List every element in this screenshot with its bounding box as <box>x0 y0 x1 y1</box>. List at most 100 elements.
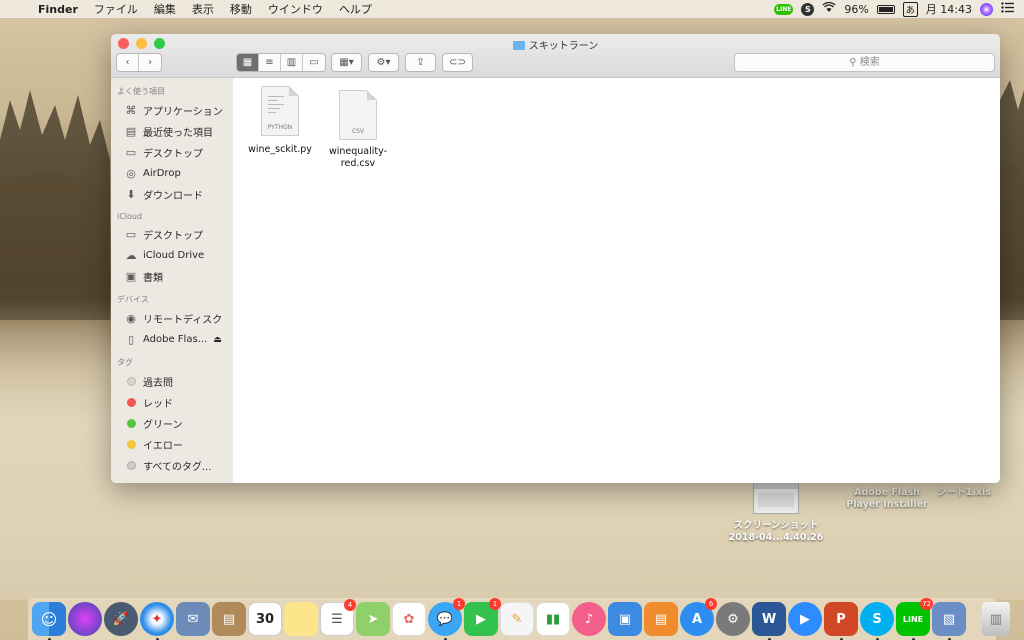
list-view-button[interactable]: ≡ <box>259 54 281 71</box>
dock-appstore-icon[interactable]: A6 <box>680 598 717 636</box>
dock-launchpad-icon[interactable]: 🚀 <box>104 602 138 636</box>
sidebar-header-devices: デバイス <box>117 295 149 304</box>
sidebar-tag-item[interactable]: イエロー <box>111 434 233 455</box>
menu-window[interactable]: ウインドウ <box>260 1 331 17</box>
dock-system-preferences-icon[interactable]: ⚙ <box>716 602 750 636</box>
dock-finder-icon[interactable]: ☺ <box>32 602 66 640</box>
menu-help[interactable]: ヘルプ <box>331 1 380 17</box>
desktop-sheet-file[interactable]: シート1.xls <box>932 487 996 499</box>
desktop-adobe-label-2: Player Installer <box>846 499 928 510</box>
sidebar-item-adobe-flash[interactable]: ▯ Adobe Flas... ⏏ <box>111 329 233 350</box>
sidebar-tag-item[interactable]: レッド <box>111 392 233 413</box>
sidebar-item-label: レッド <box>143 399 173 410</box>
icon-view-button[interactable]: ▦ <box>237 54 259 71</box>
calendar-day: 30 <box>255 611 275 627</box>
sidebar-item-label: AirDrop <box>143 168 181 179</box>
battery-percent[interactable]: 96% <box>844 3 868 16</box>
dock-preview-icon[interactable]: ▧ <box>932 602 966 640</box>
dock-powerpoint-icon[interactable]: P <box>824 602 858 640</box>
sidebar-item-label: デスクトップ <box>143 231 203 242</box>
sidebar-item-icloud-drive[interactable]: ☁ iCloud Drive <box>111 245 233 266</box>
dock-contacts-icon[interactable]: ▤ <box>212 602 246 636</box>
file-item-wine-sckit[interactable]: PYTHON wine_sckit.py <box>240 86 320 156</box>
menu-file[interactable]: ファイル <box>86 1 146 17</box>
dock-photo-preview-icon[interactable]: ✉ <box>176 602 210 636</box>
file-area[interactable]: PYTHON wine_sckit.py CSV winequality- re… <box>233 78 1000 483</box>
menu-edit[interactable]: 編集 <box>146 1 184 17</box>
sidebar-item-label: イエロー <box>143 441 183 452</box>
window-title-text: スキットラーン <box>528 41 599 52</box>
dock-ibooks-icon[interactable]: ▤ <box>644 602 678 636</box>
tag-color-dot-icon <box>124 439 138 451</box>
sidebar-tag-item[interactable]: グリーン <box>111 413 233 434</box>
sidebar-header-icloud: iCloud <box>117 212 143 221</box>
reminders-badge: 4 <box>344 599 356 611</box>
dock-maps-icon[interactable]: ➤ <box>356 602 390 636</box>
desktop-icon: ▭ <box>125 228 137 241</box>
dock-facetime-icon[interactable]: ▶ 1 <box>464 598 501 636</box>
arrange-button[interactable]: ▦▾ <box>331 53 362 72</box>
back-button[interactable]: ‹ <box>117 54 139 71</box>
forward-button[interactable]: › <box>139 54 161 71</box>
menu-app-finder[interactable]: Finder <box>32 3 86 16</box>
sidebar-item-applications[interactable]: ⌘ アプリケーション <box>111 100 233 121</box>
eject-icon[interactable]: ⏏ <box>213 335 222 345</box>
skype-status-icon[interactable]: S <box>801 2 815 16</box>
dock-line-icon[interactable]: LINE 72 <box>896 598 933 640</box>
tag-color-dot-icon <box>124 397 138 409</box>
sidebar-item-label: 最近使った項目 <box>143 128 213 139</box>
cloud-icon: ☁ <box>125 249 137 262</box>
dock-pages-icon[interactable]: ✎ <box>500 602 534 636</box>
sidebar-item-remote-disc[interactable]: ◉ リモートディスク <box>111 308 233 329</box>
desktop-screenshot-file[interactable]: スクリーンショット 2018-04...4.40.26 <box>728 482 824 544</box>
menu-view[interactable]: 表示 <box>184 1 222 17</box>
dock-safari-icon[interactable]: ✦ <box>140 602 174 640</box>
gallery-view-button[interactable]: ▭ <box>303 54 325 71</box>
share-button[interactable]: ⇪ <box>405 53 436 72</box>
line-status-icon[interactable]: LINE <box>774 3 794 15</box>
dock-calendar-icon[interactable]: 30 <box>248 602 282 636</box>
dock-siri-icon[interactable] <box>68 602 102 636</box>
dock-word-icon[interactable]: W <box>752 602 786 640</box>
dock-itunes-icon[interactable]: ♪ <box>572 602 606 636</box>
columns-icon: ▥ <box>286 57 297 68</box>
file-name: wine_sckit.py <box>248 144 312 155</box>
clock[interactable]: 月 14:43 <box>926 1 972 17</box>
dock-numbers-icon[interactable]: ▮▮ <box>536 602 570 636</box>
disc-icon: ◉ <box>126 312 136 325</box>
desktop-sheet-label: シート1.xls <box>937 487 991 498</box>
dock-zoom-icon[interactable]: ▶ <box>788 602 822 636</box>
dock-reminders-icon[interactable]: ☰ 4 <box>320 599 356 636</box>
siri-icon[interactable] <box>980 2 993 16</box>
search-field[interactable]: ⚲ 検索 <box>734 53 995 72</box>
sidebar-item-label: リモートディスク <box>143 315 223 326</box>
desktop-adobe-label-1: Adobe Flash <box>854 487 920 498</box>
file-ext-label: CSV <box>351 128 365 135</box>
dock-notes-icon[interactable] <box>284 602 318 636</box>
notification-center-icon[interactable] <box>1001 2 1014 16</box>
dock-skype-icon[interactable]: S <box>860 602 894 640</box>
dock-keynote-icon[interactable]: ▣ <box>608 602 642 636</box>
tags-button[interactable]: ⊂⊃ <box>442 53 473 72</box>
dock-messages-icon[interactable]: 💬 1 <box>428 598 465 640</box>
input-method-icon[interactable]: あ <box>902 1 918 17</box>
sidebar-item-documents[interactable]: ▣ 書類 <box>111 266 233 287</box>
wifi-icon[interactable] <box>822 1 836 16</box>
battery-icon[interactable] <box>876 4 895 14</box>
sidebar-item-label: 過去問 <box>143 378 173 389</box>
chevron-right-icon: › <box>148 57 152 68</box>
sidebar-item-downloads[interactable]: ⬇ ダウンロード <box>111 184 233 205</box>
sidebar-tag-item[interactable]: すべてのタグ... <box>111 455 233 476</box>
sidebar-tag-item[interactable]: 過去問 <box>111 371 233 392</box>
file-item-winequality[interactable]: CSV winequality- red.csv <box>318 90 398 170</box>
menu-go[interactable]: 移動 <box>222 1 260 17</box>
sidebar-item-icloud-desktop[interactable]: ▭ デスクトップ <box>111 224 233 245</box>
action-button[interactable]: ⚙▾ <box>368 53 399 72</box>
sidebar-item-desktop[interactable]: ▭ デスクトップ <box>111 142 233 163</box>
column-view-button[interactable]: ▥ <box>281 54 303 71</box>
dock-trash-icon[interactable]: ▥ <box>982 602 1010 636</box>
sidebar-item-recents[interactable]: ▤ 最近使った項目 <box>111 121 233 142</box>
sidebar-item-airdrop[interactable]: ◎ AirDrop <box>111 163 233 184</box>
dock-photos-icon[interactable]: ✿ <box>392 602 426 636</box>
desktop-adobe-installer[interactable]: Adobe Flash Player Installer <box>842 487 932 511</box>
